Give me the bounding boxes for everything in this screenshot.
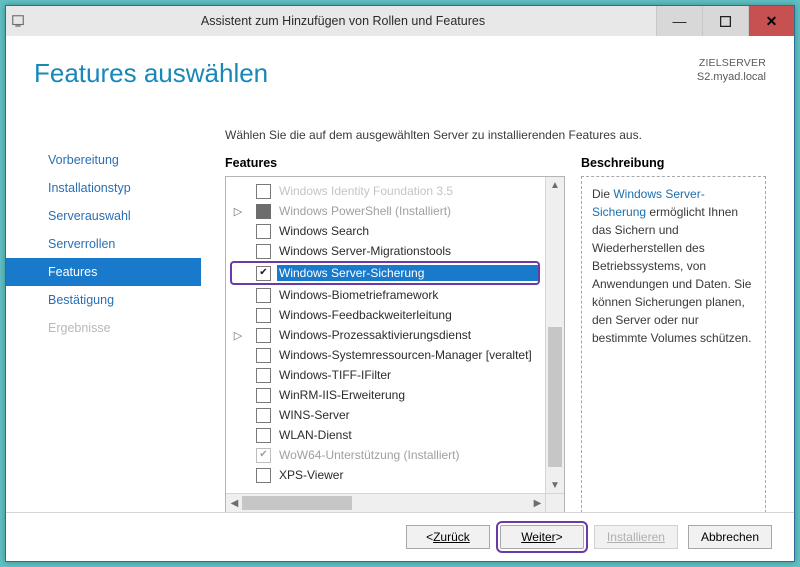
description-prefix: Die	[592, 187, 613, 201]
feature-item: XPS-Viewer	[226, 465, 546, 485]
feature-label[interactable]: Windows Server-Migrationstools	[277, 243, 546, 259]
feature-item: WinRM-IIS-Erweiterung	[226, 385, 546, 405]
checkbox-icon[interactable]	[256, 348, 271, 363]
install-label: Installieren	[607, 530, 665, 544]
checkbox-icon[interactable]	[256, 308, 271, 323]
feature-label[interactable]: XPS-Viewer	[277, 467, 546, 483]
install-button: Installieren	[594, 525, 678, 549]
scroll-thumb[interactable]	[242, 496, 352, 510]
horizontal-scrollbar[interactable]: ◀ ▶	[226, 493, 546, 512]
maximize-button[interactable]	[702, 6, 748, 36]
scroll-up-icon[interactable]: ▲	[546, 177, 564, 194]
feature-label[interactable]: WinRM-IIS-Erweiterung	[277, 387, 546, 403]
feature-item: ▷ Windows PowerShell (Installiert)	[226, 201, 546, 221]
feature-item: WINS-Server	[226, 405, 546, 425]
next-button[interactable]: Weiter >	[500, 525, 584, 549]
feature-label[interactable]: WLAN-Dienst	[277, 427, 546, 443]
checkbox-icon	[256, 448, 271, 463]
footer-buttons: < Zurück Weiter > Installieren Abbrechen	[6, 512, 794, 561]
minimize-button[interactable]: —	[656, 6, 702, 36]
feature-label[interactable]: Windows PowerShell (Installiert)	[277, 203, 546, 219]
checkbox-icon[interactable]	[256, 408, 271, 423]
cancel-button[interactable]: Abbrechen	[688, 525, 772, 549]
back-label: Zurück	[433, 530, 470, 544]
checkbox-icon[interactable]	[256, 244, 271, 259]
checkbox-icon[interactable]	[256, 468, 271, 483]
feature-label[interactable]: WoW64-Unterstützung (Installiert)	[277, 447, 546, 463]
checkbox-icon[interactable]	[256, 328, 271, 343]
feature-item: Windows-Biometrieframework	[226, 285, 546, 305]
checkbox-icon[interactable]	[256, 224, 271, 239]
features-heading: Features	[225, 156, 565, 170]
step-ergebnisse: Ergebnisse	[6, 314, 201, 342]
feature-label[interactable]: Windows Server-Sicherung	[277, 265, 538, 281]
scroll-left-icon[interactable]: ◀	[226, 494, 243, 512]
titlebar: Assistent zum Hinzufügen von Rollen und …	[6, 6, 794, 37]
features-listbox: Windows Identity Foundation 3.5 ▷ Windows…	[225, 176, 565, 513]
window-title: Assistent zum Hinzufügen von Rollen und …	[30, 14, 656, 28]
back-button[interactable]: < Zurück	[406, 525, 490, 549]
feature-label[interactable]: Windows-Systemressourcen-Manager [veralt…	[277, 347, 546, 363]
step-serverrollen[interactable]: Serverrollen	[6, 230, 201, 258]
feature-item: WLAN-Dienst	[226, 425, 546, 445]
expand-icon[interactable]: ▷	[232, 205, 244, 218]
feature-item: Windows Identity Foundation 3.5	[226, 181, 546, 201]
step-serverauswahl[interactable]: Serverauswahl	[6, 202, 201, 230]
step-bestaetigung[interactable]: Bestätigung	[6, 286, 201, 314]
step-features[interactable]: Features	[6, 258, 201, 286]
step-installationstyp[interactable]: Installationstyp	[6, 174, 201, 202]
feature-label[interactable]: Windows-Biometrieframework	[277, 287, 546, 303]
feature-item: Windows Search	[226, 221, 546, 241]
target-label: ZIELSERVER	[697, 56, 766, 70]
feature-label[interactable]: Windows Search	[277, 223, 546, 239]
checkbox-icon[interactable]	[256, 288, 271, 303]
page-title: Features auswählen	[34, 58, 766, 89]
feature-label[interactable]: WINS-Server	[277, 407, 546, 423]
page-header: Features auswählen ZIELSERVER S2.myad.lo…	[6, 36, 794, 128]
description-box: Die Windows Server-Sicherung ermöglicht …	[581, 176, 766, 513]
step-vorbereitung[interactable]: Vorbereitung	[6, 146, 201, 174]
wizard-window: Assistent zum Hinzufügen von Rollen und …	[5, 5, 795, 562]
feature-label[interactable]: Windows Identity Foundation 3.5	[277, 183, 546, 199]
feature-label[interactable]: Windows-Feedbackweiterleitung	[277, 307, 546, 323]
feature-item: Windows-Feedbackweiterleitung	[226, 305, 546, 325]
scroll-down-icon[interactable]: ▼	[546, 477, 564, 494]
feature-item: Windows Server-Migrationstools	[226, 241, 546, 261]
feature-label[interactable]: Windows-TIFF-IFilter	[277, 367, 546, 383]
checkbox-icon[interactable]	[256, 428, 271, 443]
feature-item: WoW64-Unterstützung (Installiert)	[226, 445, 546, 465]
app-icon	[6, 14, 30, 28]
wizard-steps: Vorbereitung Installationstyp Serverausw…	[6, 128, 201, 513]
cancel-label: Abbrechen	[701, 530, 759, 544]
scroll-thumb[interactable]	[548, 327, 562, 467]
target-server-box: ZIELSERVER S2.myad.local	[697, 56, 766, 85]
feature-item: ▷ Windows-Prozessaktivierungsdienst	[226, 325, 546, 345]
feature-item-selected: Windows Server-Sicherung	[230, 261, 540, 285]
page-instruction: Wählen Sie die auf dem ausgewählten Serv…	[201, 128, 766, 156]
checkbox-icon[interactable]	[256, 184, 271, 199]
close-button[interactable]: ✕	[748, 6, 794, 36]
scroll-corner	[545, 493, 564, 512]
checkbox-icon	[256, 204, 271, 219]
checkbox-icon[interactable]	[256, 388, 271, 403]
feature-item: Windows-Systemressourcen-Manager [veralt…	[226, 345, 546, 365]
feature-item: Windows-TIFF-IFilter	[226, 365, 546, 385]
checkbox-icon[interactable]	[256, 266, 271, 281]
target-server-name: S2.myad.local	[697, 70, 766, 85]
description-heading: Beschreibung	[581, 156, 766, 170]
features-list[interactable]: Windows Identity Foundation 3.5 ▷ Windows…	[226, 177, 546, 494]
vertical-scrollbar[interactable]: ▲ ▼	[545, 177, 564, 494]
feature-label[interactable]: Windows-Prozessaktivierungsdienst	[277, 327, 546, 343]
expand-icon[interactable]: ▷	[232, 329, 244, 342]
checkbox-icon[interactable]	[256, 368, 271, 383]
description-suffix: ermöglicht Ihnen das Sichern und Wiederh…	[592, 205, 751, 345]
next-label: Weiter	[521, 530, 555, 544]
scroll-right-icon[interactable]: ▶	[529, 494, 546, 512]
